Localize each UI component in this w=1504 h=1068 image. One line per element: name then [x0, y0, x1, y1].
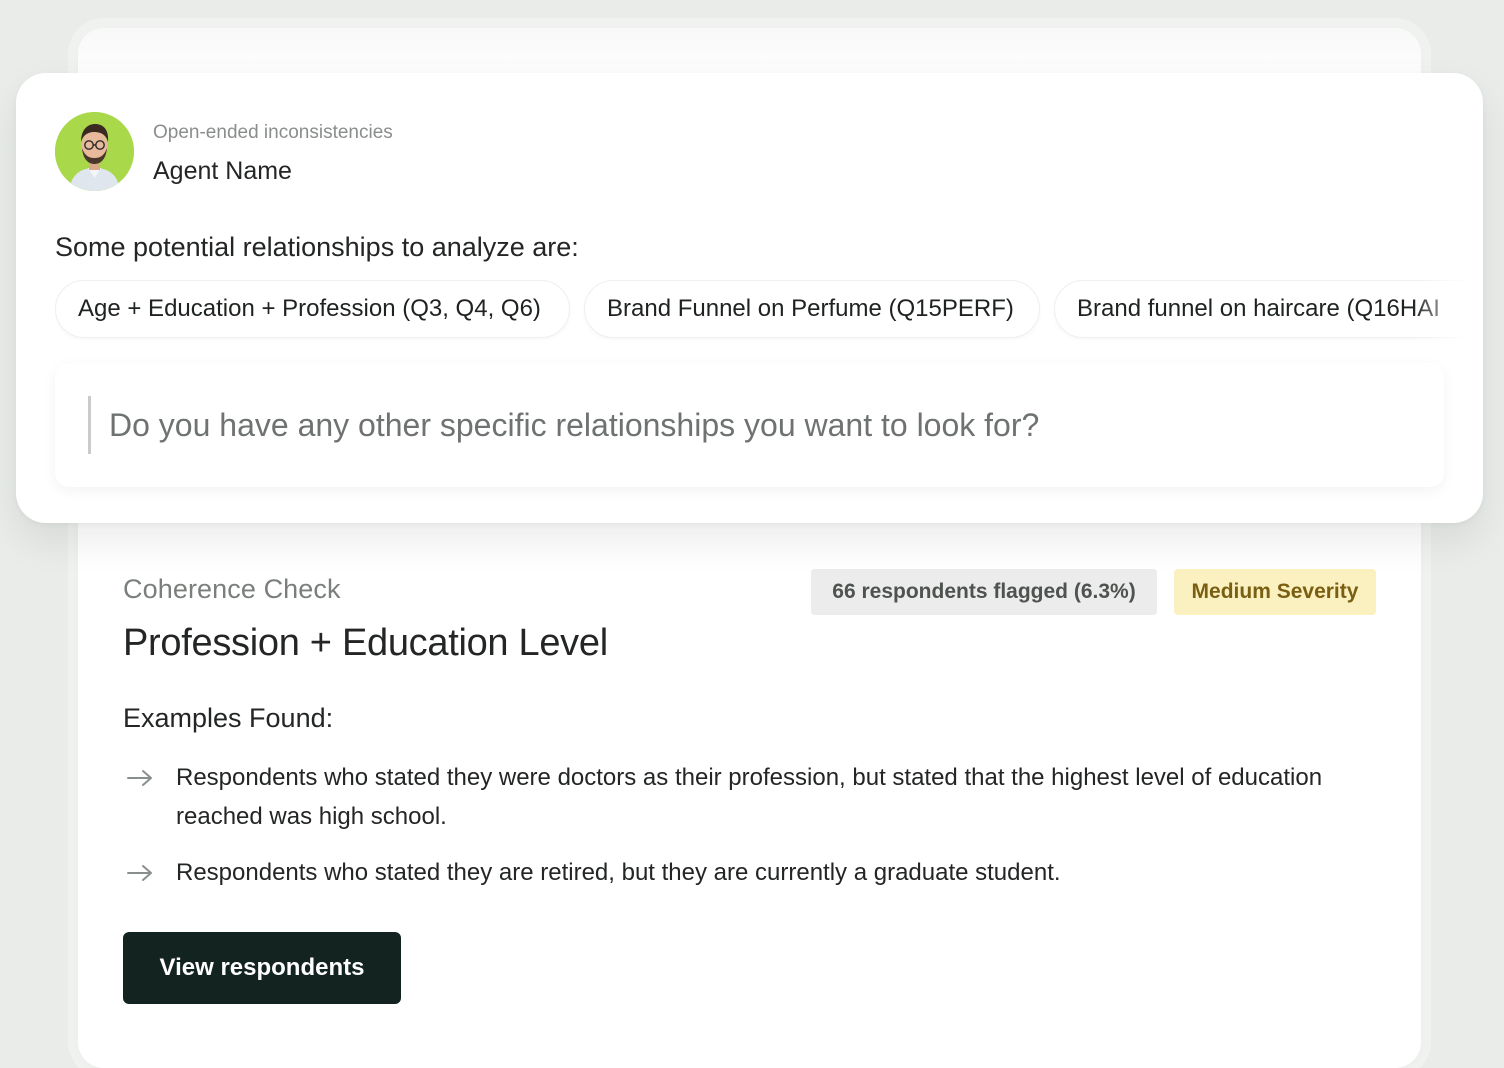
relationships-question-input[interactable]	[109, 395, 1409, 455]
view-respondents-button[interactable]: View respondents	[123, 932, 401, 1004]
section-title: Profession + Education Level	[123, 622, 608, 664]
example-text: Respondents who stated they were doctors…	[176, 764, 1323, 830]
chip-age-education-profession[interactable]: Age + Education + Profession (Q3, Q4, Q6…	[55, 280, 570, 338]
example-item: Respondents who stated they were doctors…	[123, 758, 1323, 836]
text-cursor-bar	[88, 396, 91, 454]
severity-badge: Medium Severity	[1174, 569, 1376, 615]
question-box	[55, 363, 1444, 487]
flagged-count-badge: 66 respondents flagged (6.3%)	[811, 569, 1157, 615]
chip-brand-funnel-perfume[interactable]: Brand Funnel on Perfume (Q15PERF)	[584, 280, 1040, 338]
example-item: Respondents who stated they are retired,…	[123, 853, 1323, 892]
relationship-chips: Age + Education + Profession (Q3, Q4, Q6…	[55, 280, 1483, 340]
person-avatar-icon	[55, 112, 134, 191]
avatar	[55, 112, 134, 191]
examples-heading: Examples Found:	[123, 703, 334, 733]
section-eyebrow: Coherence Check	[123, 574, 341, 604]
agent-name: Agent Name	[153, 157, 292, 185]
relationships-heading: Some potential relationships to analyze …	[55, 232, 579, 262]
agent-subtitle: Open-ended inconsistencies	[153, 122, 393, 143]
agent-prompt-card: Open-ended inconsistencies Agent Name So…	[16, 73, 1483, 523]
example-text: Respondents who stated they are retired,…	[176, 859, 1061, 886]
examples-list: Respondents who stated they were doctors…	[123, 758, 1323, 909]
arrow-right-icon	[127, 758, 153, 797]
chips-overflow-fade	[1413, 280, 1483, 340]
arrow-right-icon	[127, 853, 153, 892]
